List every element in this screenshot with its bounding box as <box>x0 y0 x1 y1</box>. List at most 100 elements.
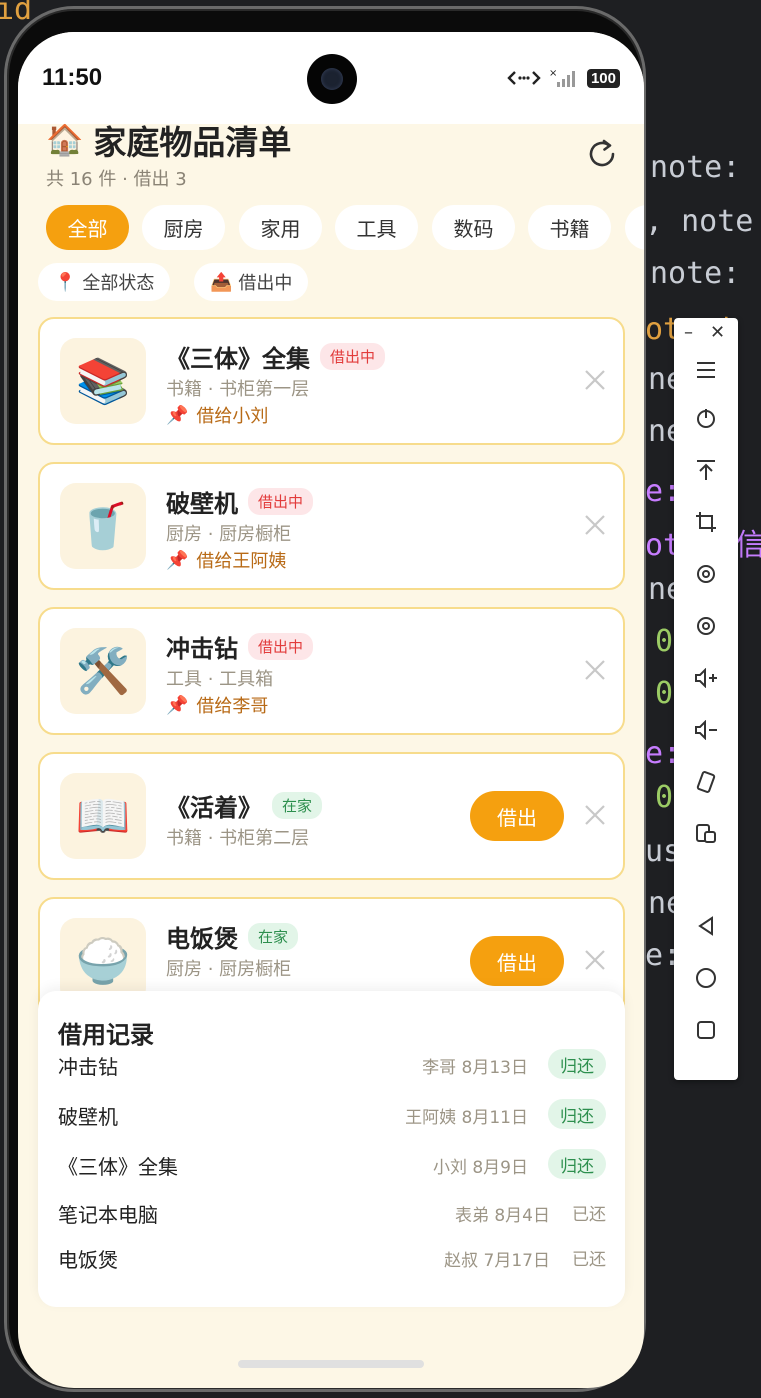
record-item-name: 笔记本电脑 <box>58 1203 158 1227</box>
battery-icon: 100 <box>586 68 620 88</box>
item-location: 厨房 · 厨房橱柜 <box>166 959 292 980</box>
close-icon[interactable] <box>582 802 608 828</box>
phone-screen: 11:50 × 100 🏠 家庭物品清单 共 16 件 · 借出 3 全部 厨房 <box>18 32 644 1388</box>
front-camera <box>307 54 357 104</box>
category-chip-digital[interactable]: 数码 <box>432 205 515 250</box>
category-chip-kitchen[interactable]: 厨房 <box>142 205 225 250</box>
record-row: 冲击钻 李哥 8月13日 归还 <box>58 1047 606 1083</box>
item-name: 冲击钻 <box>166 635 238 663</box>
record-borrower-date: 小刘 8月9日 <box>432 1158 528 1178</box>
return-button[interactable]: 归还 <box>548 1049 606 1079</box>
filter-label: 借出中 <box>238 273 293 294</box>
scroll-to-top-icon[interactable] <box>674 450 738 490</box>
lend-info: 📌 借给王阿姨 <box>166 547 286 573</box>
lend-out-button[interactable]: 借出 <box>470 791 564 841</box>
status-badge: 借出中 <box>248 633 314 660</box>
cup-with-straw-icon: 🥤 <box>60 483 146 569</box>
item-name: 《三体》全集 <box>166 345 310 373</box>
gesture-home-bar[interactable] <box>238 1360 424 1368</box>
menu-icon[interactable] <box>674 350 738 390</box>
item-name-row: 冲击钻 借出中 <box>166 629 314 664</box>
open-book-icon: 📖 <box>60 773 146 859</box>
power-icon[interactable] <box>674 398 738 438</box>
house-icon: 🏠 <box>46 122 84 158</box>
item-count-summary: 共 16 件 · 借出 3 <box>46 169 187 190</box>
emulator-toolbar: – ✕ <box>674 318 738 1080</box>
category-chip-all[interactable]: 全部 <box>46 205 129 250</box>
close-icon[interactable]: ✕ <box>710 322 725 343</box>
item-location: 工具 · 工具箱 <box>166 669 274 690</box>
records-title: 借用记录 <box>58 1021 154 1049</box>
category-chip-household[interactable]: 家用 <box>239 205 322 250</box>
category-chip-books[interactable]: 书籍 <box>528 205 611 250</box>
pushpin-icon: 📌 <box>166 694 189 716</box>
status-icons: × 100 <box>507 68 620 88</box>
return-button[interactable]: 归还 <box>548 1149 606 1179</box>
data-transfer-icon <box>507 71 541 85</box>
rotate-right-icon[interactable] <box>674 606 738 646</box>
status-badge: 借出中 <box>248 488 314 515</box>
return-button[interactable]: 归还 <box>548 1099 606 1129</box>
toolbar-window-controls: – ✕ <box>674 322 738 344</box>
record-borrower-date: 王阿姨 8月11日 <box>405 1108 528 1128</box>
overview-icon[interactable] <box>674 1010 738 1050</box>
record-borrower-date: 表弟 8月4日 <box>454 1206 550 1226</box>
record-row: 笔记本电脑 表弟 8月4日 已还 <box>58 1195 606 1231</box>
close-icon[interactable] <box>582 657 608 683</box>
filter-label: 全部状态 <box>82 273 155 294</box>
back-icon[interactable] <box>674 906 738 946</box>
record-borrower-date: 李哥 8月13日 <box>422 1058 528 1078</box>
books-icon: 📚 <box>60 338 146 424</box>
item-name: 《活着》 <box>166 794 262 822</box>
desktop-stage: id note: , note note: ot: ' ne ne e: 博 o… <box>0 0 761 1398</box>
filter-lent-out[interactable]: 📤 借出中 <box>194 263 309 301</box>
record-item-name: 电饭煲 <box>58 1248 118 1272</box>
category-chip-more[interactable] <box>625 205 644 250</box>
minimize-icon[interactable]: – <box>684 322 693 343</box>
lend-to: 借给李哥 <box>196 696 269 717</box>
status-bar: 11:50 × 100 <box>18 32 644 124</box>
status-badge: 在家 <box>272 792 323 819</box>
category-chip-tools[interactable]: 工具 <box>335 205 418 250</box>
code-line: , note <box>645 204 754 239</box>
pushpin-icon: 📌 <box>166 404 189 426</box>
home-icon[interactable] <box>674 958 738 998</box>
item-card[interactable]: 🥤 破壁机 借出中 厨房 · 厨房橱柜 📌 借给王阿姨 <box>38 462 625 590</box>
rotate-device-icon[interactable] <box>674 762 738 802</box>
returned-status: 已还 <box>572 1204 606 1225</box>
item-name: 破壁机 <box>166 490 238 518</box>
code-line: note: <box>650 150 741 185</box>
crop-icon[interactable] <box>674 502 738 542</box>
status-badge: 在家 <box>248 923 299 950</box>
volume-down-icon[interactable] <box>674 710 738 750</box>
borrow-records-panel: 借用记录 冲击钻 李哥 8月13日 归还 破壁机 王阿姨 8月11日 归还 《三… <box>38 991 625 1307</box>
tools-icon: 🛠️ <box>60 628 146 714</box>
screenshot-icon[interactable] <box>674 814 738 854</box>
pin-icon: 📍 <box>54 271 77 293</box>
status-time: 11:50 <box>42 64 103 91</box>
refresh-icon[interactable] <box>584 136 620 172</box>
record-borrower-date: 赵叔 7月17日 <box>444 1251 550 1271</box>
record-row: 电饭煲 赵叔 7月17日 已还 <box>58 1240 606 1276</box>
record-row: 破壁机 王阿姨 8月11日 归还 <box>58 1097 606 1133</box>
lend-info: 📌 借给李哥 <box>166 692 268 718</box>
item-card[interactable]: 🛠️ 冲击钻 借出中 工具 · 工具箱 📌 借给李哥 <box>38 607 625 735</box>
item-card[interactable]: 📚 《三体》全集 借出中 书籍 · 书柜第一层 📌 借给小刘 <box>38 317 625 445</box>
lend-out-button[interactable]: 借出 <box>470 936 564 986</box>
item-name-row: 破壁机 借出中 <box>166 484 314 519</box>
close-icon[interactable] <box>582 512 608 538</box>
close-icon[interactable] <box>582 947 608 973</box>
code-line: note: <box>650 256 741 291</box>
record-item-name: 《三体》全集 <box>58 1155 178 1179</box>
volume-up-icon[interactable] <box>674 658 738 698</box>
record-row: 《三体》全集 小刘 8月9日 归还 <box>58 1147 606 1183</box>
page-title-text: 家庭物品清单 <box>93 123 292 162</box>
phone-frame: 11:50 × 100 🏠 家庭物品清单 共 16 件 · 借出 3 全部 厨房 <box>4 6 646 1392</box>
item-name: 电饭煲 <box>166 925 238 953</box>
lend-to: 借给小刘 <box>196 406 269 427</box>
rotate-left-icon[interactable] <box>674 554 738 594</box>
close-icon[interactable] <box>582 367 608 393</box>
pushpin-icon: 📌 <box>166 549 189 571</box>
item-card[interactable]: 📖 《活着》 在家 书籍 · 书柜第二层 借出 <box>38 752 625 880</box>
filter-all-status[interactable]: 📍 全部状态 <box>38 263 171 301</box>
